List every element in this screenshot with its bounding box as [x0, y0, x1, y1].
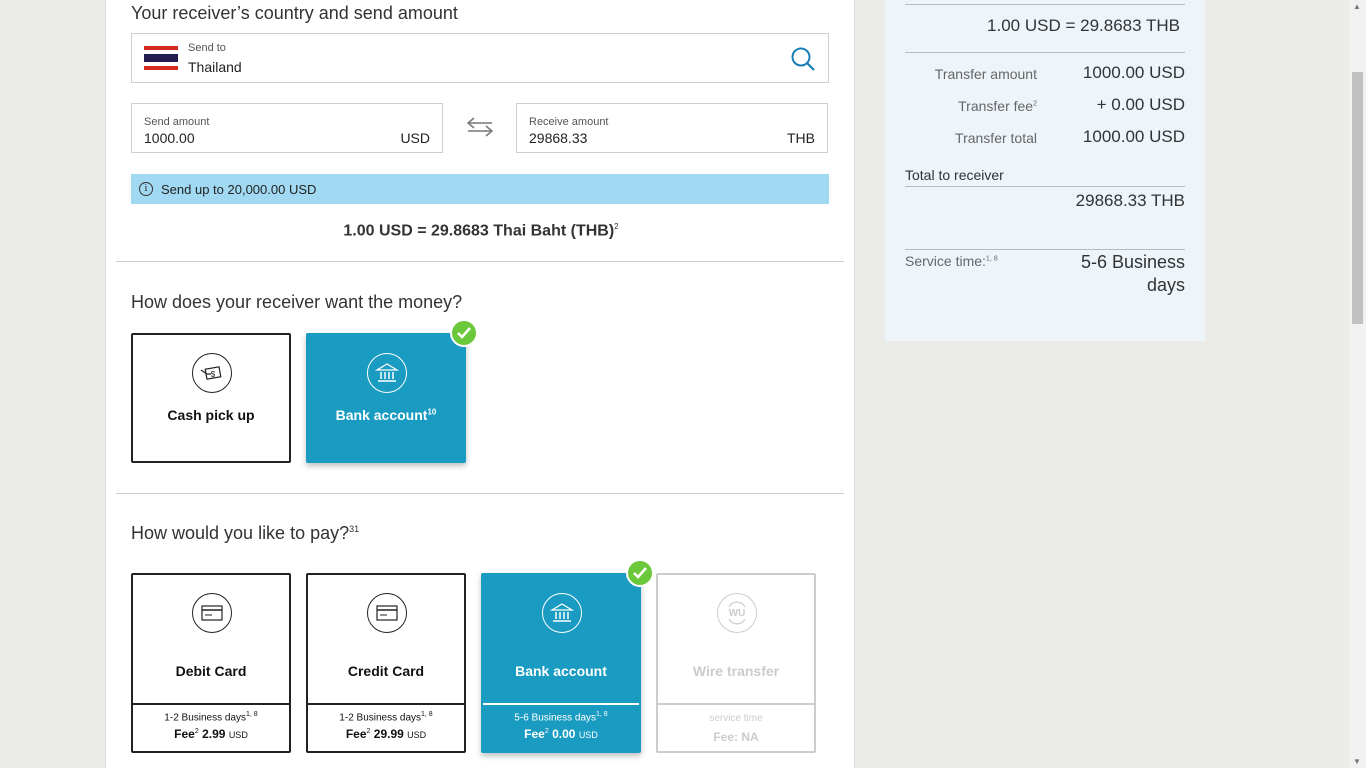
payment-option-label: Credit Card	[347, 663, 425, 679]
search-icon[interactable]	[790, 46, 816, 77]
transfer-summary-panel: 1.00 USD = 29.8683 THB Transfer amount 1…	[885, 0, 1205, 341]
payment-option-debit-card[interactable]: Debit Card 1-2 Business days1, 8 Fee2 2.…	[131, 573, 291, 753]
divider	[116, 261, 844, 262]
info-icon: i	[139, 182, 153, 196]
delivery-option-label: Cash pick up	[167, 407, 255, 423]
payment-option-bank-account[interactable]: Bank account 5-6 Business days1, 8 Fee2 …	[481, 573, 641, 753]
send-limit-text: Send up to 20,000.00 USD	[161, 181, 317, 197]
service-time-value: 5-6 Business days	[1080, 252, 1185, 295]
svg-text:WU: WU	[729, 608, 746, 619]
payment-option-label: Wire transfer	[692, 663, 780, 679]
divider	[116, 493, 844, 494]
main-panel: Your receiver’s country and send amount …	[105, 0, 855, 768]
delivery-option-cash-pickup[interactable]: $ Cash pick up	[131, 333, 291, 463]
payment-option-details: 1-2 Business days1, 8 Fee2 29.99 USD	[308, 703, 464, 751]
exchange-rate: 1.00 USD = 29.8683 Thai Baht (THB)2	[343, 222, 619, 240]
receive-amount-field[interactable]: Receive amount 29868.33 THB	[516, 103, 828, 153]
svg-text:$: $	[211, 370, 216, 379]
delivery-section-title: How does your receiver want the money?	[131, 292, 463, 312]
send-to-label: Send to	[188, 42, 226, 54]
send-to-field[interactable]: Send to Thailand	[131, 33, 829, 83]
send-amount-label: Send amount	[144, 116, 210, 128]
send-to-value: Thailand	[188, 59, 242, 75]
bank-icon	[542, 593, 582, 633]
divider	[905, 4, 1185, 5]
page-scrollbar[interactable]: ▲ ▼	[1349, 0, 1366, 768]
payment-option-details: 5-6 Business days1, 8 Fee2 0.00 USD	[483, 703, 639, 751]
payment-option-wire-transfer: WU Wire transfer service time Fee: NA	[656, 573, 816, 753]
delivery-option-label: Bank account10	[335, 407, 437, 423]
receive-amount-input[interactable]: 29868.33	[529, 130, 587, 146]
delivery-option-bank-account[interactable]: Bank account10	[306, 333, 466, 463]
scrollbar-thumb[interactable]	[1352, 72, 1363, 324]
send-currency: USD	[400, 130, 430, 146]
scroll-up-icon[interactable]: ▲	[1353, 2, 1361, 11]
card-icon	[367, 593, 407, 633]
scroll-down-icon[interactable]: ▼	[1353, 757, 1361, 766]
send-limit-banner: i Send up to 20,000.00 USD	[131, 174, 829, 204]
bank-icon	[367, 353, 407, 393]
cash-hand-icon: $	[192, 353, 232, 393]
swap-arrows-icon[interactable]	[466, 116, 494, 143]
divider	[905, 186, 1185, 187]
payment-option-label: Bank account	[515, 663, 607, 679]
send-amount-input[interactable]: 1000.00	[144, 130, 195, 146]
payment-section-title: How would you like to pay?31	[131, 523, 360, 543]
total-to-receiver-label: Total to receiver	[905, 167, 1004, 183]
card-icon	[192, 593, 232, 633]
payment-option-credit-card[interactable]: Credit Card 1-2 Business days1, 8 Fee2 2…	[306, 573, 466, 753]
payment-option-details: 1-2 Business days1, 8 Fee2 2.99 USD	[133, 703, 289, 751]
divider	[905, 249, 1185, 250]
thailand-flag-icon	[144, 46, 178, 70]
service-time-label: Service time:1, 8	[905, 253, 998, 269]
payment-option-label: Debit Card	[175, 663, 247, 679]
wire-transfer-icon: WU	[717, 593, 757, 633]
send-amount-field[interactable]: Send amount 1000.00 USD	[131, 103, 443, 153]
selected-check-icon	[450, 319, 478, 347]
divider	[905, 52, 1185, 53]
receive-currency: THB	[787, 130, 815, 146]
receive-amount-label: Receive amount	[529, 116, 609, 128]
selected-check-icon	[626, 559, 654, 587]
receiver-section-title: Your receiver’s country and send amount	[131, 3, 458, 23]
payment-option-details: service time Fee: NA	[658, 703, 814, 751]
